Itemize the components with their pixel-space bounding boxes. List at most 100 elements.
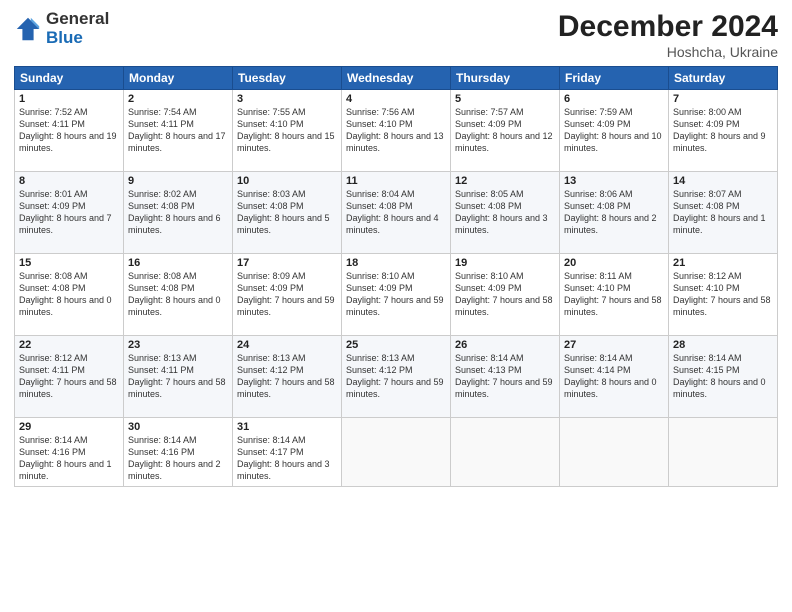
- col-saturday: Saturday: [669, 67, 778, 90]
- table-cell: 9 Sunrise: 8:02 AMSunset: 4:08 PMDayligh…: [124, 172, 233, 254]
- cell-info: Sunrise: 8:08 AMSunset: 4:08 PMDaylight:…: [19, 271, 112, 317]
- calendar-header-row: Sunday Monday Tuesday Wednesday Thursday…: [15, 67, 778, 90]
- cell-info: Sunrise: 8:10 AMSunset: 4:09 PMDaylight:…: [455, 271, 553, 317]
- cell-info: Sunrise: 8:13 AMSunset: 4:12 PMDaylight:…: [237, 353, 335, 399]
- day-number: 10: [237, 175, 337, 187]
- cell-info: Sunrise: 8:13 AMSunset: 4:12 PMDaylight:…: [346, 353, 444, 399]
- table-cell: 4 Sunrise: 7:56 AMSunset: 4:10 PMDayligh…: [342, 90, 451, 172]
- table-cell: 11 Sunrise: 8:04 AMSunset: 4:08 PMDaylig…: [342, 172, 451, 254]
- cell-info: Sunrise: 8:10 AMSunset: 4:09 PMDaylight:…: [346, 271, 444, 317]
- cell-info: Sunrise: 8:13 AMSunset: 4:11 PMDaylight:…: [128, 353, 226, 399]
- table-cell: 23 Sunrise: 8:13 AMSunset: 4:11 PMDaylig…: [124, 336, 233, 418]
- day-number: 2: [128, 93, 228, 105]
- cell-info: Sunrise: 8:09 AMSunset: 4:09 PMDaylight:…: [237, 271, 335, 317]
- day-number: 15: [19, 257, 119, 269]
- cell-info: Sunrise: 8:12 AMSunset: 4:11 PMDaylight:…: [19, 353, 117, 399]
- cell-info: Sunrise: 7:56 AMSunset: 4:10 PMDaylight:…: [346, 107, 444, 153]
- day-number: 26: [455, 339, 555, 351]
- cell-info: Sunrise: 8:14 AMSunset: 4:16 PMDaylight:…: [128, 435, 221, 481]
- header: General Blue December 2024 Hoshcha, Ukra…: [14, 10, 778, 60]
- day-number: 1: [19, 93, 119, 105]
- logo-icon: [14, 15, 42, 43]
- day-number: 25: [346, 339, 446, 351]
- col-tuesday: Tuesday: [233, 67, 342, 90]
- table-cell: 5 Sunrise: 7:57 AMSunset: 4:09 PMDayligh…: [451, 90, 560, 172]
- table-cell: 14 Sunrise: 8:07 AMSunset: 4:08 PMDaylig…: [669, 172, 778, 254]
- page: General Blue December 2024 Hoshcha, Ukra…: [0, 0, 792, 612]
- table-cell: 3 Sunrise: 7:55 AMSunset: 4:10 PMDayligh…: [233, 90, 342, 172]
- table-cell: 27 Sunrise: 8:14 AMSunset: 4:14 PMDaylig…: [560, 336, 669, 418]
- day-number: 9: [128, 175, 228, 187]
- table-cell: 25 Sunrise: 8:13 AMSunset: 4:12 PMDaylig…: [342, 336, 451, 418]
- table-cell: 8 Sunrise: 8:01 AMSunset: 4:09 PMDayligh…: [15, 172, 124, 254]
- table-cell: 20 Sunrise: 8:11 AMSunset: 4:10 PMDaylig…: [560, 254, 669, 336]
- col-friday: Friday: [560, 67, 669, 90]
- calendar-table: Sunday Monday Tuesday Wednesday Thursday…: [14, 66, 778, 487]
- day-number: 24: [237, 339, 337, 351]
- table-cell: 26 Sunrise: 8:14 AMSunset: 4:13 PMDaylig…: [451, 336, 560, 418]
- cell-info: Sunrise: 8:14 AMSunset: 4:15 PMDaylight:…: [673, 353, 766, 399]
- table-cell: 21 Sunrise: 8:12 AMSunset: 4:10 PMDaylig…: [669, 254, 778, 336]
- location-subtitle: Hoshcha, Ukraine: [558, 44, 778, 60]
- day-number: 4: [346, 93, 446, 105]
- table-cell: 1 Sunrise: 7:52 AMSunset: 4:11 PMDayligh…: [15, 90, 124, 172]
- cell-info: Sunrise: 7:57 AMSunset: 4:09 PMDaylight:…: [455, 107, 553, 153]
- day-number: 20: [564, 257, 664, 269]
- cell-info: Sunrise: 8:11 AMSunset: 4:10 PMDaylight:…: [564, 271, 662, 317]
- cell-info: Sunrise: 8:14 AMSunset: 4:13 PMDaylight:…: [455, 353, 553, 399]
- day-number: 17: [237, 257, 337, 269]
- table-cell: [560, 418, 669, 487]
- table-cell: 2 Sunrise: 7:54 AMSunset: 4:11 PMDayligh…: [124, 90, 233, 172]
- table-cell: [451, 418, 560, 487]
- day-number: 21: [673, 257, 773, 269]
- col-wednesday: Wednesday: [342, 67, 451, 90]
- table-cell: 16 Sunrise: 8:08 AMSunset: 4:08 PMDaylig…: [124, 254, 233, 336]
- table-cell: 6 Sunrise: 7:59 AMSunset: 4:09 PMDayligh…: [560, 90, 669, 172]
- cell-info: Sunrise: 7:54 AMSunset: 4:11 PMDaylight:…: [128, 107, 226, 153]
- table-cell: 17 Sunrise: 8:09 AMSunset: 4:09 PMDaylig…: [233, 254, 342, 336]
- day-number: 11: [346, 175, 446, 187]
- cell-info: Sunrise: 8:02 AMSunset: 4:08 PMDaylight:…: [128, 189, 221, 235]
- cell-info: Sunrise: 8:14 AMSunset: 4:16 PMDaylight:…: [19, 435, 112, 481]
- table-cell: [669, 418, 778, 487]
- week-row-4: 22 Sunrise: 8:12 AMSunset: 4:11 PMDaylig…: [15, 336, 778, 418]
- col-thursday: Thursday: [451, 67, 560, 90]
- cell-info: Sunrise: 8:04 AMSunset: 4:08 PMDaylight:…: [346, 189, 439, 235]
- cell-info: Sunrise: 8:14 AMSunset: 4:14 PMDaylight:…: [564, 353, 657, 399]
- col-monday: Monday: [124, 67, 233, 90]
- week-row-2: 8 Sunrise: 8:01 AMSunset: 4:09 PMDayligh…: [15, 172, 778, 254]
- table-cell: 29 Sunrise: 8:14 AMSunset: 4:16 PMDaylig…: [15, 418, 124, 487]
- day-number: 27: [564, 339, 664, 351]
- table-cell: 10 Sunrise: 8:03 AMSunset: 4:08 PMDaylig…: [233, 172, 342, 254]
- table-cell: 18 Sunrise: 8:10 AMSunset: 4:09 PMDaylig…: [342, 254, 451, 336]
- col-sunday: Sunday: [15, 67, 124, 90]
- week-row-5: 29 Sunrise: 8:14 AMSunset: 4:16 PMDaylig…: [15, 418, 778, 487]
- cell-info: Sunrise: 8:00 AMSunset: 4:09 PMDaylight:…: [673, 107, 766, 153]
- cell-info: Sunrise: 7:59 AMSunset: 4:09 PMDaylight:…: [564, 107, 662, 153]
- table-cell: 15 Sunrise: 8:08 AMSunset: 4:08 PMDaylig…: [15, 254, 124, 336]
- table-cell: [342, 418, 451, 487]
- day-number: 16: [128, 257, 228, 269]
- table-cell: 19 Sunrise: 8:10 AMSunset: 4:09 PMDaylig…: [451, 254, 560, 336]
- table-cell: 13 Sunrise: 8:06 AMSunset: 4:08 PMDaylig…: [560, 172, 669, 254]
- day-number: 18: [346, 257, 446, 269]
- table-cell: 7 Sunrise: 8:00 AMSunset: 4:09 PMDayligh…: [669, 90, 778, 172]
- day-number: 30: [128, 421, 228, 433]
- day-number: 19: [455, 257, 555, 269]
- table-cell: 24 Sunrise: 8:13 AMSunset: 4:12 PMDaylig…: [233, 336, 342, 418]
- day-number: 5: [455, 93, 555, 105]
- day-number: 14: [673, 175, 773, 187]
- cell-info: Sunrise: 8:01 AMSunset: 4:09 PMDaylight:…: [19, 189, 112, 235]
- day-number: 22: [19, 339, 119, 351]
- logo-text: General Blue: [46, 10, 109, 47]
- day-number: 6: [564, 93, 664, 105]
- week-row-1: 1 Sunrise: 7:52 AMSunset: 4:11 PMDayligh…: [15, 90, 778, 172]
- logo-general-text: General: [46, 10, 109, 29]
- logo-blue-text: Blue: [46, 29, 109, 48]
- table-cell: 12 Sunrise: 8:05 AMSunset: 4:08 PMDaylig…: [451, 172, 560, 254]
- table-cell: 22 Sunrise: 8:12 AMSunset: 4:11 PMDaylig…: [15, 336, 124, 418]
- table-cell: 28 Sunrise: 8:14 AMSunset: 4:15 PMDaylig…: [669, 336, 778, 418]
- month-title: December 2024: [558, 10, 778, 44]
- day-number: 13: [564, 175, 664, 187]
- title-block: December 2024 Hoshcha, Ukraine: [558, 10, 778, 60]
